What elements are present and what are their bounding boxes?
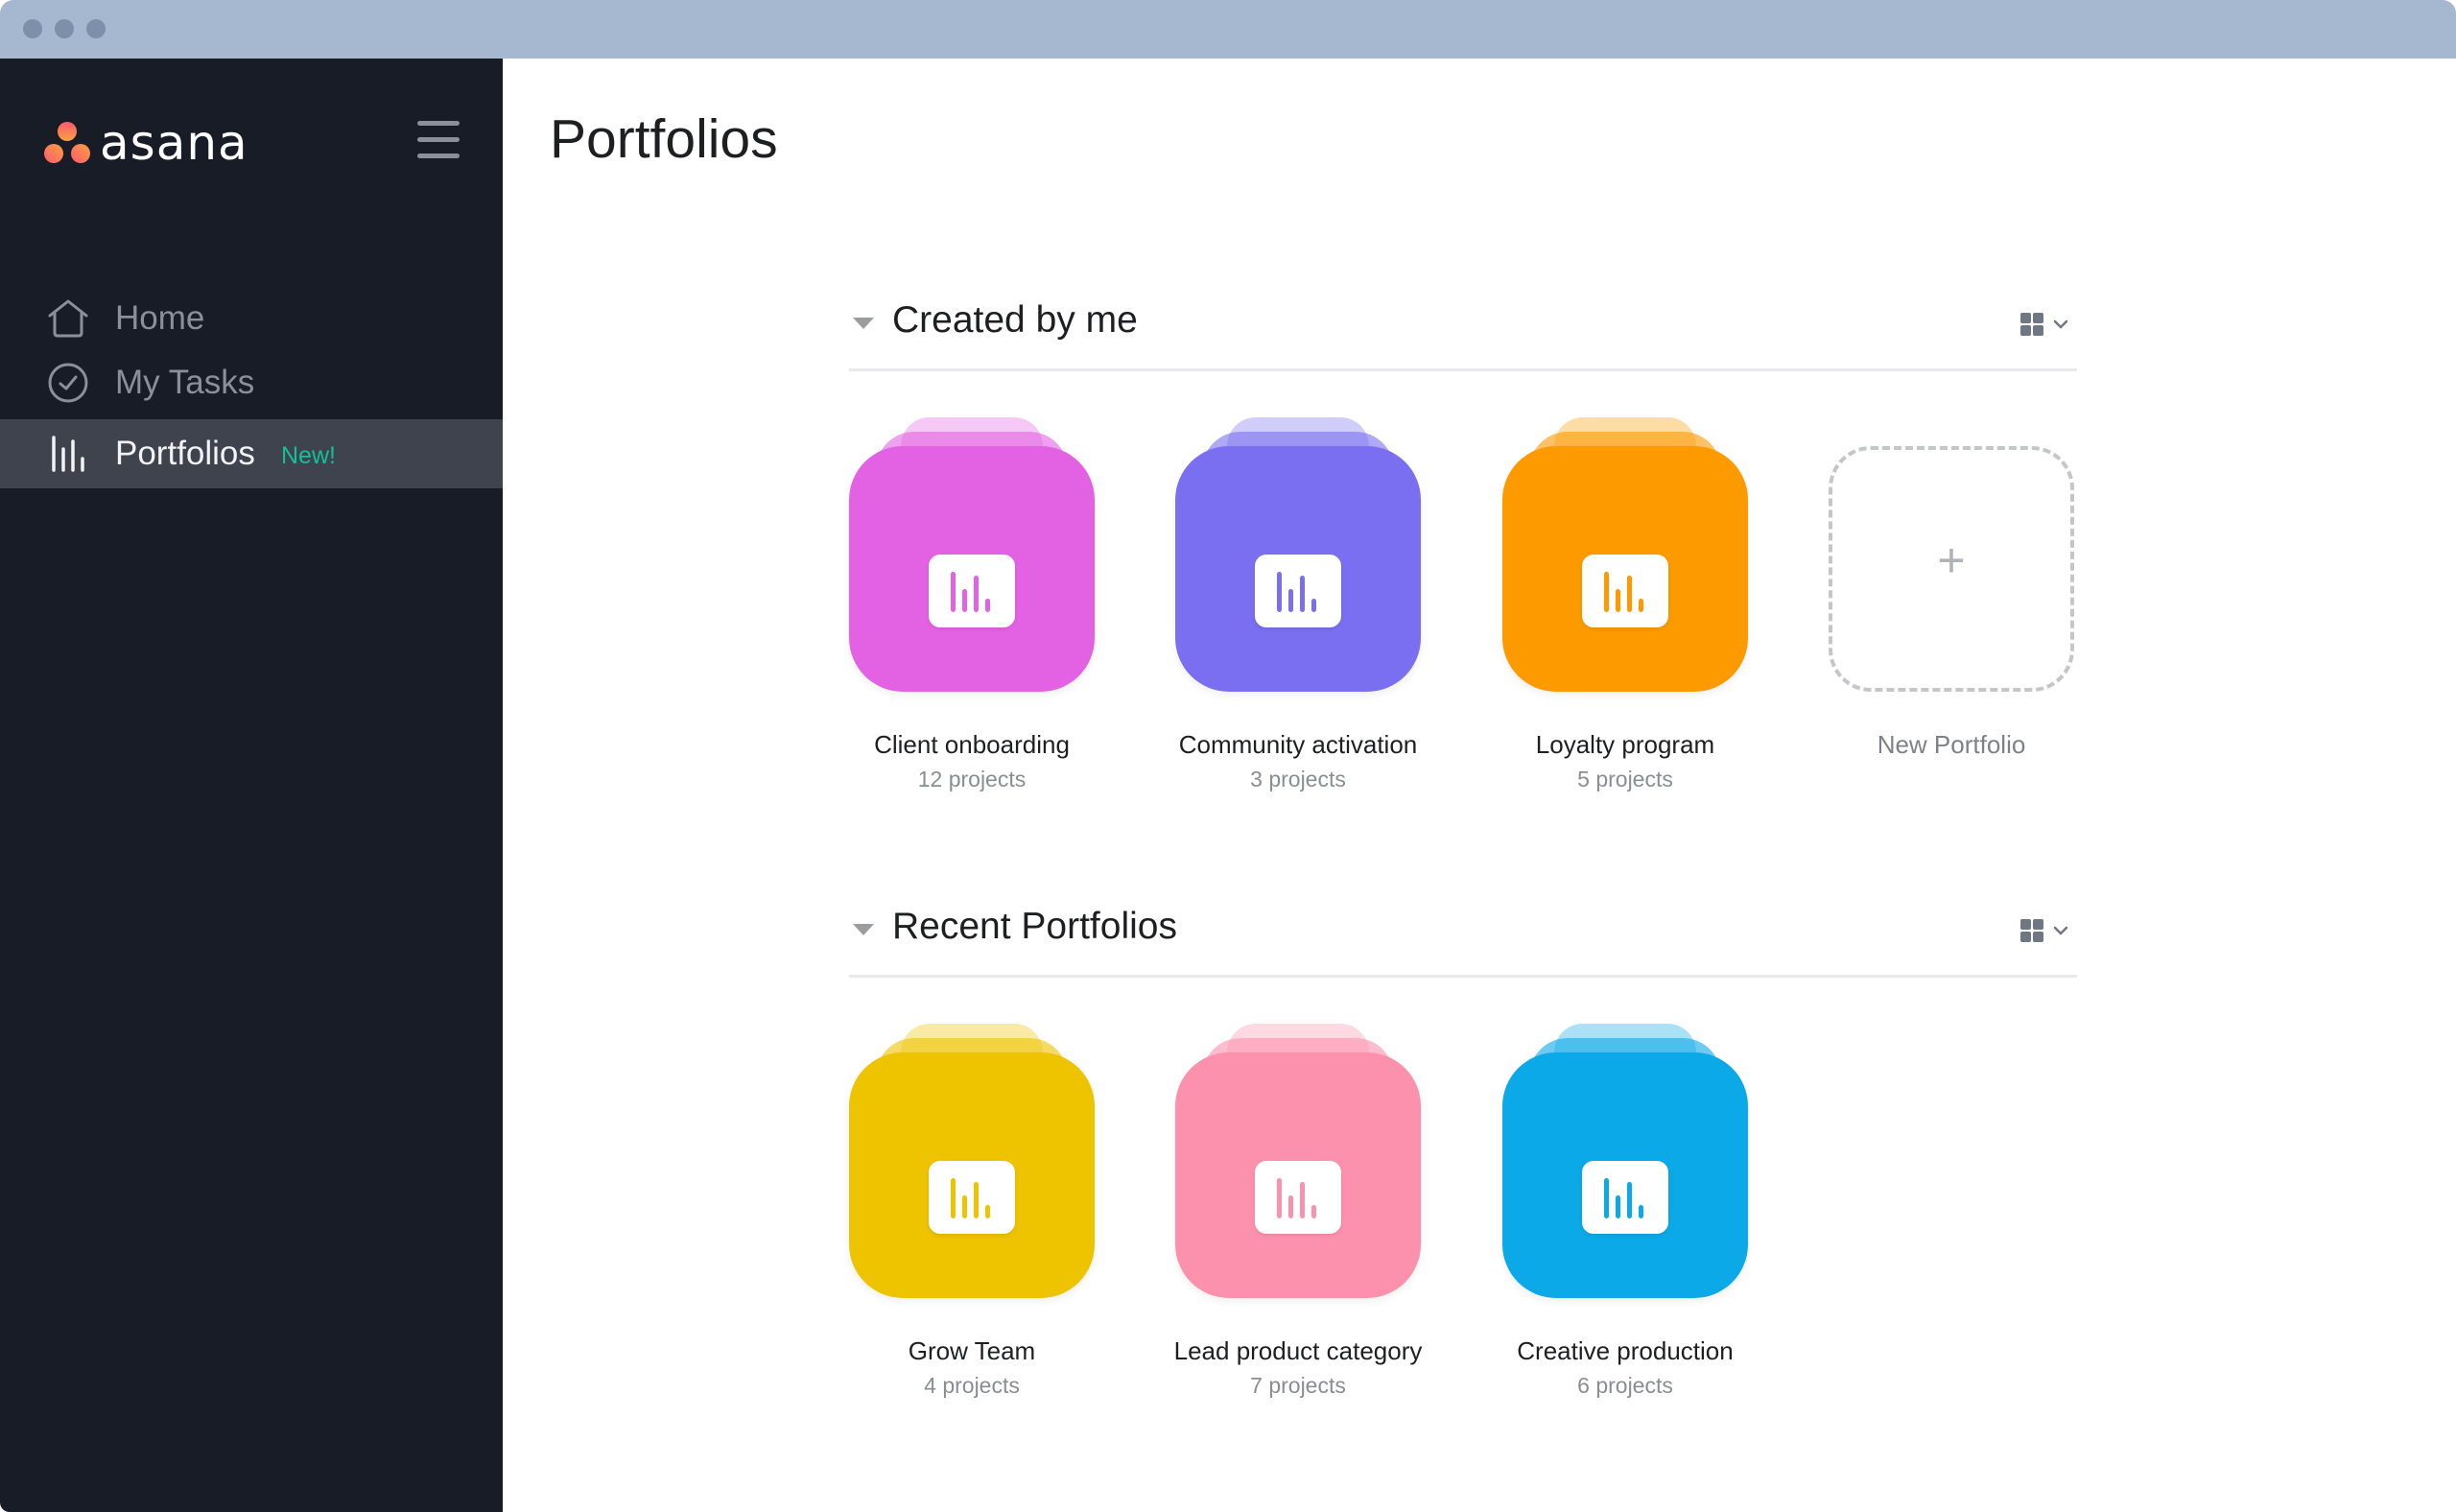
asana-logo[interactable]: asana (44, 119, 248, 167)
portfolio-project-count: 7 projects (1250, 1373, 1346, 1398)
portfolio-name: Community activation (1178, 730, 1418, 759)
portfolio-bars-icon (52, 436, 84, 472)
portfolio-name: Lead product category (1173, 1336, 1423, 1365)
hamburger-line (417, 154, 460, 158)
section-divider (849, 975, 2077, 978)
grid-icon (2020, 313, 2031, 323)
sidebar-item-label: Home (115, 299, 205, 337)
section-divider (849, 368, 2077, 371)
window-maximize-button[interactable] (86, 19, 106, 38)
portfolio-icon (1255, 555, 1341, 627)
grid-icon-cell (2033, 325, 2043, 336)
grid-icon-cell (2033, 919, 2043, 930)
portfolio-project-count: 4 projects (924, 1373, 1020, 1398)
portfolio-tile-face (1502, 446, 1748, 692)
portfolio-icon (929, 1161, 1015, 1234)
grid-icon-cell (2020, 932, 2031, 942)
sidebar-item-home[interactable]: Home (0, 284, 503, 353)
portfolio-name: Creative production (1517, 1336, 1734, 1365)
portfolio-project-count: 6 projects (1577, 1373, 1673, 1398)
plus-icon: + (1937, 533, 1966, 587)
grid-icon (2020, 919, 2031, 930)
section-title: Recent Portfolios (892, 906, 1177, 947)
portfolio-name: Client onboarding (874, 730, 1070, 759)
section-title: Created by me (892, 299, 1138, 341)
section-collapse-toggle[interactable] (853, 318, 874, 329)
sidebar-item-label: My Tasks (115, 364, 255, 401)
portfolio-tile-face (849, 446, 1095, 692)
portfolio-tile-face (1175, 446, 1421, 692)
portfolio-icon (1582, 555, 1668, 627)
portfolio-tile-face (1502, 1052, 1748, 1298)
grid-icon-cell (2033, 932, 2043, 942)
window-titlebar (0, 0, 2456, 59)
section-collapse-toggle[interactable] (853, 924, 874, 935)
new-portfolio-label: New Portfolio (1877, 730, 2026, 759)
sidebar-item-label: Portfolios (115, 435, 255, 472)
check-circle-icon (48, 363, 88, 403)
chevron-down-icon (2053, 926, 2068, 935)
logo-wordmark: asana (100, 115, 248, 171)
chevron-down-icon (2053, 319, 2068, 329)
portfolio-tile-face (849, 1052, 1095, 1298)
grid-icon-cell (2033, 313, 2043, 323)
portfolio-project-count: 12 projects (917, 767, 1027, 791)
page-title: Portfolios (550, 108, 778, 170)
view-toggle-button[interactable] (2019, 310, 2076, 339)
portfolio-name: Loyalty program (1535, 730, 1715, 759)
view-toggle-button[interactable] (2019, 916, 2076, 945)
hamburger-icon (417, 121, 460, 126)
window-close-button[interactable] (23, 19, 42, 38)
new-portfolio-button[interactable]: + New Portfolio (1829, 417, 2074, 759)
portfolio-icon (1255, 1161, 1341, 1234)
portfolio-project-count: 5 projects (1577, 767, 1673, 791)
new-badge: New! (281, 442, 336, 469)
sidebar-item-my-tasks[interactable]: My Tasks (0, 348, 503, 417)
portfolio-icon (929, 555, 1015, 627)
asana-logo-icon (44, 122, 90, 163)
portfolio-project-count: 3 projects (1250, 767, 1346, 791)
home-icon (48, 299, 88, 338)
sidebar: asana Home My Tasks Inbox (0, 59, 503, 1512)
window-minimize-button[interactable] (55, 19, 74, 38)
portfolio-icon (1582, 1161, 1668, 1234)
portfolio-name: Grow Team (908, 1336, 1036, 1365)
menu-toggle-button[interactable] (417, 121, 460, 159)
grid-icon-cell (2020, 325, 2031, 336)
sidebar-item-portfolios-active[interactable]: Portfolios New! (0, 419, 503, 488)
portfolio-tile-face (1175, 1052, 1421, 1298)
hamburger-line (417, 137, 460, 142)
